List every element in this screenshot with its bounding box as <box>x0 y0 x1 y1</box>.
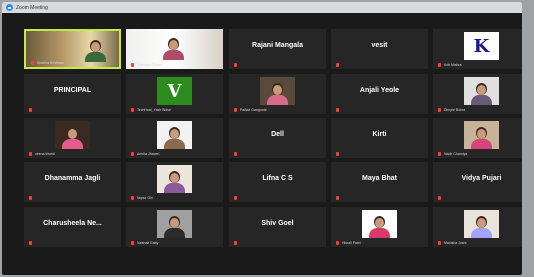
muted-mic-icon <box>29 196 32 200</box>
muted-mic-icon <box>336 152 339 156</box>
muted-mic-icon <box>234 108 237 112</box>
participant-tile[interactable]: Pallavi Gangurde <box>229 74 326 114</box>
muted-mic-icon <box>131 63 134 67</box>
participant-tile[interactable]: Rajani Mangala <box>229 29 326 69</box>
participant-display-name: vesit <box>371 42 388 49</box>
muted-mic-icon <box>336 241 339 245</box>
participant-name-label: Kriti Mishra <box>444 63 462 67</box>
participant-tile[interactable]: Dimple Bohra <box>433 74 522 114</box>
participant-tile[interactable]: veena trivedi <box>24 118 121 158</box>
participant-name-label: Amrita Jhaveri <box>137 152 160 156</box>
participant-name-label: Himali Patel <box>342 241 361 245</box>
participant-tile[interactable]: Vidya Pujari <box>433 162 522 202</box>
participant-name-label: Dimple Bohra <box>444 108 466 112</box>
participant-tile[interactable]: Sowmya Sriram <box>126 29 223 69</box>
participant-display-name: PRINCIPAL <box>53 87 92 94</box>
muted-mic-icon <box>131 196 134 200</box>
participant-tile[interactable]: vesit <box>331 29 428 69</box>
participant-tile[interactable]: Nadir Charniya <box>433 118 522 158</box>
muted-mic-icon <box>438 108 441 112</box>
participant-name-label: veena trivedi <box>35 152 55 156</box>
muted-mic-icon <box>131 152 134 156</box>
muted-mic-icon <box>31 61 34 65</box>
participant-tile[interactable]: Himali Patel <box>331 207 428 247</box>
muted-mic-icon <box>438 196 441 200</box>
participant-display-name: Vidya Pujari <box>461 175 502 182</box>
participant-tile[interactable]: V TechHost_Yash Bhise <box>126 74 223 114</box>
participant-tile[interactable]: Shobha Krishnan <box>24 29 121 69</box>
participant-tile[interactable]: K Kriti Mishra <box>433 29 522 69</box>
participant-name-label: Nupur Giri <box>137 196 153 200</box>
participant-tile[interactable]: Charusheela Ne... <box>24 207 121 247</box>
participant-avatar: K <box>464 32 499 60</box>
muted-mic-icon <box>336 63 339 67</box>
participant-display-name: Lifna C S <box>262 175 293 182</box>
participant-tile[interactable]: Amrita Jhaveri <box>126 118 223 158</box>
participant-display-name: Rajani Mangala <box>252 42 303 49</box>
participant-avatar: V <box>157 77 192 105</box>
participant-tile[interactable]: Kirti <box>331 118 428 158</box>
participant-name-label: Pallavi Gangurde <box>240 108 267 112</box>
muted-mic-icon <box>29 152 32 156</box>
participant-display-name: Shiv Goel <box>261 220 294 227</box>
muted-mic-icon <box>234 152 237 156</box>
participant-name-label: Manisha Joshi <box>444 241 467 245</box>
gallery-grid: Shobha Krishnan Sowmya Sriram Rajani Manga… <box>2 13 522 275</box>
participant-tile[interactable]: PRINCIPAL <box>24 74 121 114</box>
title-bar: Zoom Meeting <box>2 2 522 13</box>
participant-tile[interactable]: Dhanamma Jagli <box>24 162 121 202</box>
muted-mic-icon <box>234 63 237 67</box>
participant-profile-photo <box>464 77 499 105</box>
participant-tile[interactable]: Dell <box>229 118 326 158</box>
participant-video-person <box>78 34 113 62</box>
participant-name-label: TechHost_Yash Bhise <box>137 108 171 112</box>
participant-tile[interactable]: Shiv Goel <box>229 207 326 247</box>
zoom-logo-icon <box>6 4 13 11</box>
participant-display-name: Anjali Yeole <box>359 87 400 94</box>
muted-mic-icon <box>29 241 32 245</box>
participant-display-name: Dell <box>271 131 284 138</box>
participant-profile-photo <box>157 210 192 238</box>
participant-video-person <box>156 32 191 60</box>
muted-mic-icon <box>438 63 441 67</box>
muted-mic-icon <box>29 108 32 112</box>
muted-mic-icon <box>336 196 339 200</box>
muted-mic-icon <box>234 241 237 245</box>
participant-name-label: Sowmya Sriram <box>137 63 162 67</box>
participant-tile[interactable]: Lifna C S <box>229 162 326 202</box>
window-title: Zoom Meeting <box>16 4 48 11</box>
participant-profile-photo <box>55 121 90 149</box>
participant-name-label: Nadir Charniya <box>444 152 468 156</box>
zoom-window: Zoom Meeting Shobha Krishnan Sowmya Srira… <box>2 2 522 275</box>
participant-name-label: Shobha Krishnan <box>37 61 64 65</box>
participant-profile-photo <box>362 210 397 238</box>
muted-mic-icon <box>234 196 237 200</box>
participant-profile-photo <box>157 121 192 149</box>
participant-name-label: Vaishali Gatty <box>137 241 159 245</box>
participant-display-name: Dhanamma Jagli <box>44 175 101 182</box>
participant-tile[interactable]: Manisha Joshi <box>433 207 522 247</box>
participant-display-name: Kirti <box>372 131 387 138</box>
participant-tile[interactable]: Anjali Yeole <box>331 74 428 114</box>
participant-tile[interactable]: Vaishali Gatty <box>126 207 223 247</box>
muted-mic-icon <box>131 241 134 245</box>
participant-profile-photo <box>464 121 499 149</box>
participant-tile[interactable]: Nupur Giri <box>126 162 223 202</box>
muted-mic-icon <box>131 108 134 112</box>
participant-tile[interactable]: Maya Bhat <box>331 162 428 202</box>
muted-mic-icon <box>438 152 441 156</box>
participant-display-name: Maya Bhat <box>361 175 397 182</box>
muted-mic-icon <box>336 108 339 112</box>
participant-display-name: Charusheela Ne... <box>43 220 102 227</box>
participant-profile-photo <box>157 165 192 193</box>
participant-profile-photo <box>464 210 499 238</box>
participant-profile-photo <box>260 77 295 105</box>
muted-mic-icon <box>438 241 441 245</box>
